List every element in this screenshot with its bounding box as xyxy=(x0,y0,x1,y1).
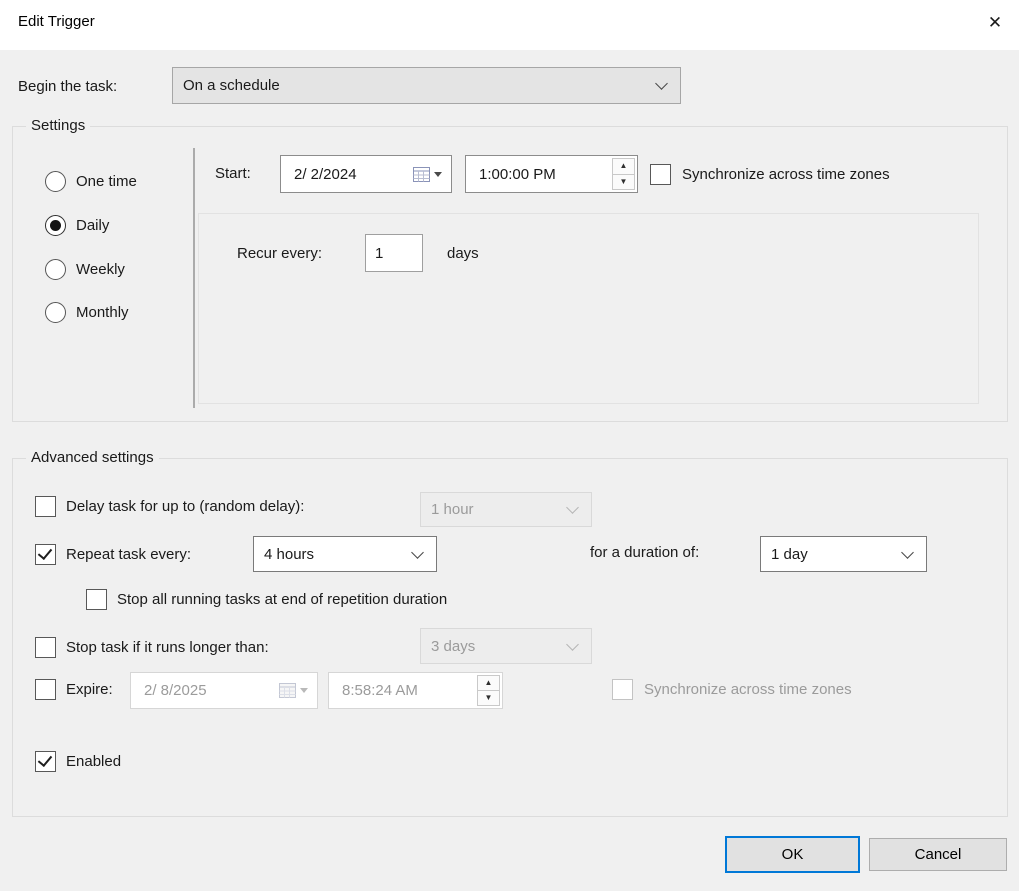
radio-monthly-label[interactable]: Monthly xyxy=(76,303,129,323)
radio-daily[interactable] xyxy=(45,215,66,236)
start-time-value: 1:00:00 PM xyxy=(479,166,612,183)
spin-up-icon: ▲ xyxy=(478,676,499,691)
cancel-button-label: Cancel xyxy=(915,846,962,863)
chevron-down-icon xyxy=(655,77,668,90)
close-icon: ✕ xyxy=(988,13,1002,33)
repeat-task-label[interactable]: Repeat task every: xyxy=(66,545,191,565)
expire-checkbox[interactable] xyxy=(35,679,56,700)
stop-task-label[interactable]: Stop task if it runs longer than: xyxy=(66,638,269,658)
begin-task-value: On a schedule xyxy=(183,77,649,94)
radio-weekly[interactable] xyxy=(45,259,66,280)
delay-task-checkbox[interactable] xyxy=(35,496,56,517)
begin-task-dropdown[interactable]: On a schedule xyxy=(172,67,681,104)
enabled-label[interactable]: Enabled xyxy=(66,752,121,772)
delay-task-label[interactable]: Delay task for up to (random delay): xyxy=(66,497,304,517)
expire-date-picker: 2/ 8/2025 xyxy=(130,672,318,709)
duration-value: 1 day xyxy=(771,546,895,563)
calendar-icon[interactable] xyxy=(413,167,442,182)
sync-timezones-label[interactable]: Synchronize across time zones xyxy=(682,165,890,185)
chevron-down-icon xyxy=(901,546,914,559)
calendar-dropdown-arrow-icon xyxy=(434,172,442,177)
settings-separator xyxy=(193,148,195,408)
radio-daily-label[interactable]: Daily xyxy=(76,216,109,236)
chevron-down-icon xyxy=(566,501,579,514)
spin-up-icon[interactable]: ▲ xyxy=(613,159,634,175)
stop-task-value: 3 days xyxy=(431,638,560,655)
ok-button-label: OK xyxy=(782,846,804,863)
recur-every-input[interactable]: 1 xyxy=(365,234,423,272)
chevron-down-icon xyxy=(566,638,579,651)
start-date-value: 2/ 2/2024 xyxy=(294,166,413,183)
recur-every-label: Recur every: xyxy=(237,244,322,264)
enabled-checkbox[interactable] xyxy=(35,751,56,772)
calendar-dropdown-arrow-icon xyxy=(300,688,308,693)
duration-dropdown[interactable]: 1 day xyxy=(760,536,927,572)
start-time-spinner[interactable]: ▲ ▼ xyxy=(612,158,635,190)
stop-task-checkbox[interactable] xyxy=(35,637,56,658)
calendar-icon xyxy=(279,683,308,698)
cancel-button[interactable]: Cancel xyxy=(869,838,1007,871)
stop-all-tasks-label[interactable]: Stop all running tasks at end of repetit… xyxy=(117,590,447,610)
radio-monthly[interactable] xyxy=(45,302,66,323)
spin-down-icon[interactable]: ▼ xyxy=(613,175,634,190)
duration-label: for a duration of: xyxy=(590,543,699,563)
expire-time-spinner: ▲ ▼ xyxy=(477,675,500,706)
sync-timezones-checkbox[interactable] xyxy=(650,164,671,185)
recur-unit-label: days xyxy=(447,244,479,264)
repeat-task-value: 4 hours xyxy=(264,546,405,563)
radio-weekly-label[interactable]: Weekly xyxy=(76,260,125,280)
close-button[interactable]: ✕ xyxy=(976,4,1014,42)
radio-one-time-label[interactable]: One time xyxy=(76,172,137,192)
recur-every-value: 1 xyxy=(375,245,383,262)
daily-options-panel xyxy=(198,213,979,404)
ok-button[interactable]: OK xyxy=(725,836,860,873)
expire-time-picker: 8:58:24 AM ▲ ▼ xyxy=(328,672,503,709)
start-label: Start: xyxy=(215,164,251,184)
start-time-picker[interactable]: 1:00:00 PM ▲ ▼ xyxy=(465,155,638,193)
repeat-task-dropdown[interactable]: 4 hours xyxy=(253,536,437,572)
dialog-title: Edit Trigger xyxy=(18,13,95,30)
spin-down-icon: ▼ xyxy=(478,691,499,705)
begin-task-label: Begin the task: xyxy=(18,77,117,97)
expire-label[interactable]: Expire: xyxy=(66,680,113,700)
chevron-down-icon xyxy=(411,546,424,559)
stop-all-tasks-checkbox[interactable] xyxy=(86,589,107,610)
repeat-task-checkbox[interactable] xyxy=(35,544,56,565)
start-date-picker[interactable]: 2/ 2/2024 xyxy=(280,155,452,193)
advanced-group-label: Advanced settings xyxy=(26,449,159,467)
expire-sync-checkbox xyxy=(612,679,633,700)
delay-task-value: 1 hour xyxy=(431,501,560,518)
title-bar: Edit Trigger ✕ xyxy=(0,0,1019,50)
delay-task-dropdown: 1 hour xyxy=(420,492,592,527)
expire-date-value: 2/ 8/2025 xyxy=(144,682,279,699)
expire-sync-label: Synchronize across time zones xyxy=(644,680,852,700)
expire-time-value: 8:58:24 AM xyxy=(342,682,477,699)
edit-trigger-dialog: Edit Trigger ✕ Begin the task: On a sche… xyxy=(0,0,1019,891)
settings-group-label: Settings xyxy=(26,117,90,135)
radio-one-time[interactable] xyxy=(45,171,66,192)
stop-task-dropdown: 3 days xyxy=(420,628,592,664)
